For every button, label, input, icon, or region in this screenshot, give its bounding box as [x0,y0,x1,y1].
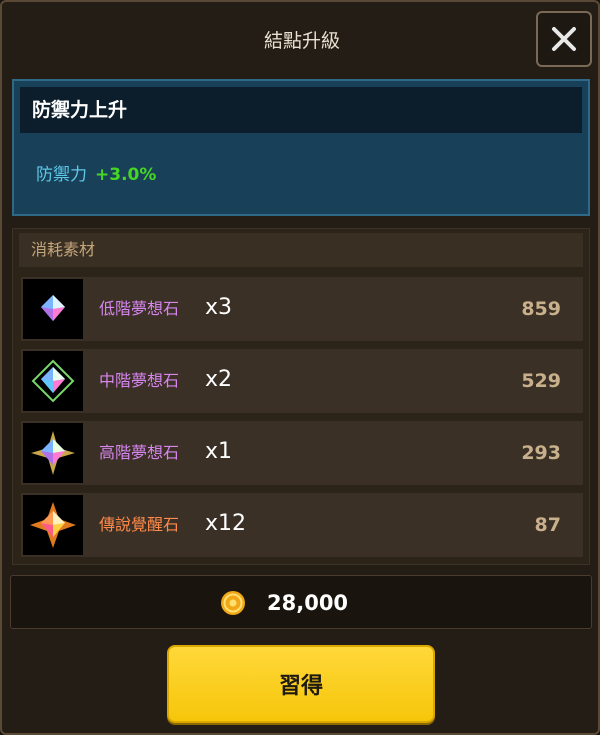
effect-header: 防禦力上升 [20,87,582,133]
material-qty: x1 [205,439,233,464]
close-icon [552,27,576,51]
close-button[interactable] [536,11,592,67]
material-row[interactable]: 中階夢想石 x2 529 [21,349,583,413]
materials-panel: 消耗素材 低階夢想石 x3 859 中階夢想石 x2 529 高階夢想石 x1 … [12,228,590,565]
material-row[interactable]: 低階夢想石 x3 859 [21,277,583,341]
material-row[interactable]: 高階夢想石 x1 293 [21,421,583,485]
effect-title: 防禦力上升 [32,99,128,121]
mid-dream-stone-icon [23,351,83,411]
material-name: 中階夢想石 [99,371,180,390]
material-owned: 859 [521,298,561,320]
learn-button-label: 習得 [278,674,323,699]
cost-value: 28,000 [267,591,349,615]
stat-value: +3.0% [95,165,157,185]
material-qty: x12 [205,511,247,536]
material-owned: 87 [534,514,561,536]
material-name: 低階夢想石 [99,299,180,318]
legend-awakening-stone-icon [23,495,83,555]
stat-row: 防禦力 +3.0% [36,163,156,187]
cost-bar: 28,000 [10,575,592,629]
material-name: 高階夢想石 [99,443,180,462]
material-owned: 529 [521,370,561,392]
dialog-title: 結點升級 [263,30,340,52]
material-qty: x2 [205,367,233,392]
materials-header-label: 消耗素材 [31,240,96,259]
learn-button[interactable]: 習得 [167,645,435,723]
effect-panel: 防禦力上升 防禦力 +3.0% [12,79,590,216]
high-dream-stone-icon [23,423,83,483]
material-row[interactable]: 傳說覺醒石 x12 87 [21,493,583,557]
gold-coin-icon [221,591,245,615]
material-owned: 293 [521,442,561,464]
materials-header: 消耗素材 [19,233,583,267]
node-upgrade-dialog: 結點升級 防禦力上升 防禦力 +3.0% 消耗素材 低階夢想石 x3 859 中… [0,0,600,735]
material-name: 傳說覺醒石 [99,515,180,534]
material-qty: x3 [205,295,233,320]
low-dream-stone-icon [23,279,83,339]
stat-name: 防禦力 [36,165,87,185]
